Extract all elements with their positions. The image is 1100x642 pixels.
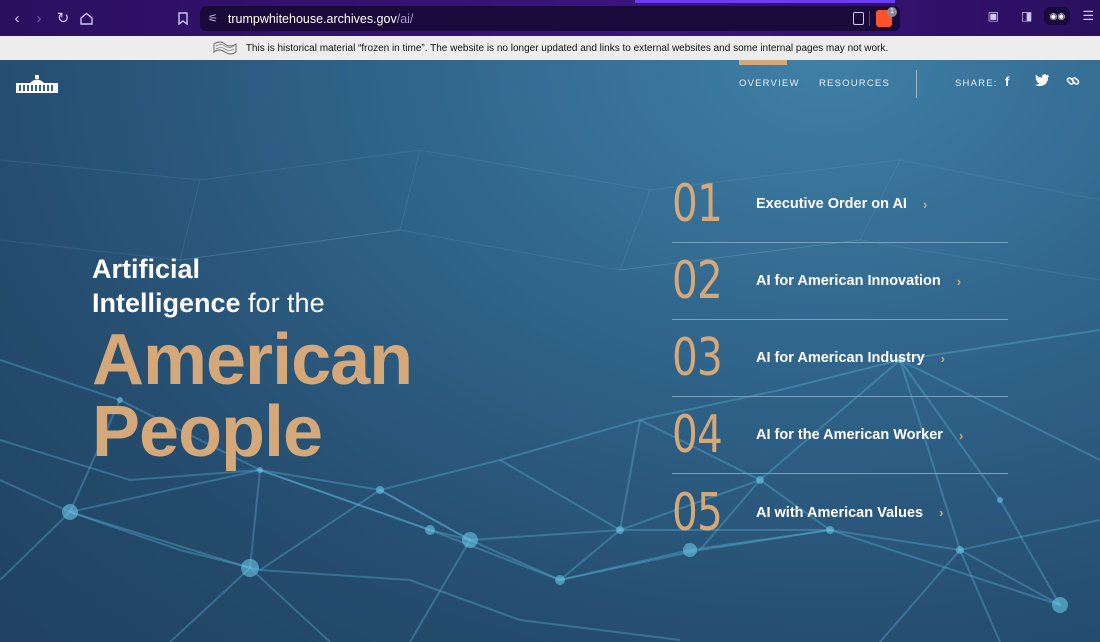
menu-icon[interactable]: ☰ (1082, 8, 1094, 24)
item-number: 05 (672, 482, 723, 543)
list-item[interactable]: 04 AI for the American Worker › (672, 397, 1008, 474)
browser-toolbar: ‹ › ↻ ⚟ trumpwhitehouse.archives.gov/ai/… (0, 0, 1100, 36)
headline-line-2: Intelligence for the (92, 288, 325, 318)
hero-section: OVERVIEW RESOURCES SHARE: f Artificial I… (0, 60, 1100, 642)
item-title[interactable]: AI for American Industry (756, 350, 925, 366)
item-title[interactable]: AI for the American Worker (756, 427, 943, 443)
list-item[interactable]: 01 Executive Order on AI › (672, 166, 1008, 243)
sidebar-icon[interactable]: ◨ (1021, 9, 1032, 23)
brave-shields-icon[interactable]: 1 (876, 7, 897, 27)
wallet-icon[interactable]: ▣ (988, 9, 999, 23)
chevron-right-icon: › (958, 427, 964, 443)
item-title[interactable]: AI for American Innovation (756, 273, 941, 289)
twitter-icon[interactable] (1035, 74, 1051, 90)
bookmark-icon[interactable] (172, 7, 194, 29)
archive-notice: This is historical material “frozen in t… (245, 42, 889, 54)
list-item[interactable]: 05 AI with American Values › (672, 474, 1008, 551)
nav-overview[interactable]: OVERVIEW (739, 78, 800, 89)
site-nav: OVERVIEW RESOURCES SHARE: f (0, 60, 1100, 110)
back-icon[interactable]: ‹ (6, 7, 28, 29)
address-bar[interactable]: ⚟ trumpwhitehouse.archives.gov/ai/ 1 (200, 6, 900, 31)
site-settings-icon[interactable]: ⚟ (208, 12, 218, 25)
item-number: 01 (672, 174, 723, 234)
private-glasses-icon[interactable]: ◉◉ (1044, 7, 1071, 25)
toolbar-right: ▣ ◨ ◉◉ ☰ (988, 7, 1094, 25)
chevron-right-icon: › (956, 273, 962, 289)
topics-list: 01 Executive Order on AI › 02 AI for Ame… (672, 166, 1008, 551)
headline-line-1: Artificial (92, 254, 201, 284)
nav-divider (916, 70, 917, 98)
share-label: SHARE: (955, 78, 998, 89)
forward-icon[interactable]: › (28, 7, 50, 29)
archive-banner: This is historical material “frozen in t… (0, 36, 1100, 60)
list-item[interactable]: 02 AI for American Innovation › (672, 243, 1008, 320)
item-title[interactable]: Executive Order on AI (756, 196, 907, 212)
home-icon[interactable] (75, 7, 97, 29)
reader-mode-icon[interactable] (853, 12, 864, 25)
item-number: 04 (672, 405, 723, 465)
active-tab-indicator (635, 0, 895, 3)
reload-icon[interactable]: ↻ (52, 7, 74, 29)
item-number: 02 (672, 251, 723, 311)
chevron-right-icon: › (922, 196, 928, 212)
facebook-icon[interactable]: f (1005, 74, 1021, 90)
link-icon[interactable] (1066, 74, 1082, 90)
url-divider (869, 11, 870, 26)
chevron-right-icon: › (940, 350, 946, 366)
shields-badge: 1 (887, 7, 897, 17)
nav-active-indicator (739, 60, 787, 65)
item-number: 03 (672, 328, 723, 388)
headline: Artificial Intelligence for the American… (92, 252, 413, 472)
nav-resources[interactable]: RESOURCES (819, 78, 890, 89)
headline-line-4: People (92, 392, 323, 472)
url-text[interactable]: trumpwhitehouse.archives.gov/ai/ (228, 12, 414, 26)
list-item[interactable]: 03 AI for American Industry › (672, 320, 1008, 397)
item-title[interactable]: AI with American Values (756, 505, 923, 521)
headline-line-3: American (92, 320, 413, 400)
flag-icon (213, 41, 237, 55)
chevron-right-icon: › (939, 505, 944, 520)
